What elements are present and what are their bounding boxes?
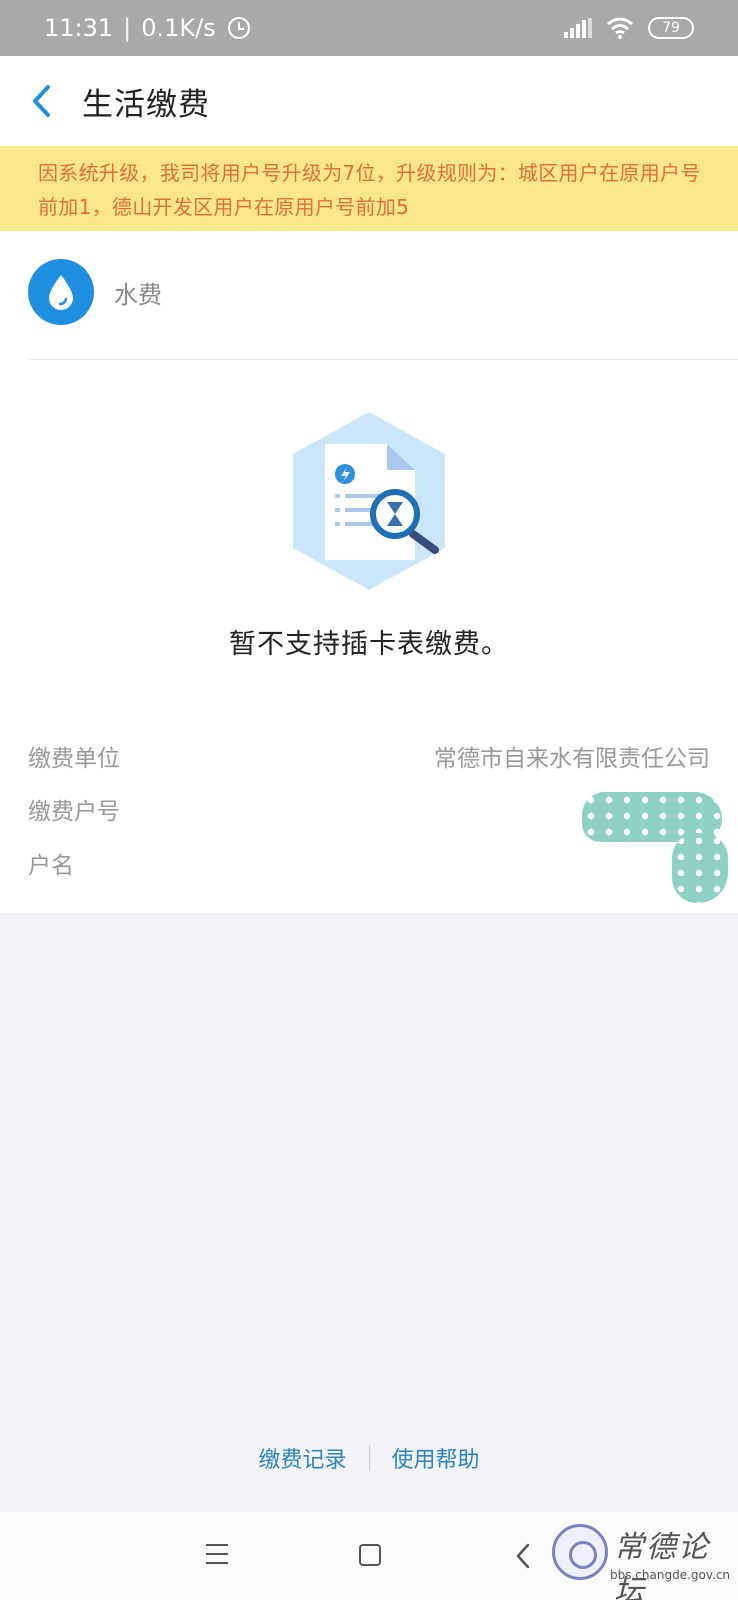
help-link[interactable]: 使用帮助 [370, 1442, 502, 1474]
info-row-unit: 缴费单位 常德市自来水有限责任公司 [28, 736, 710, 776]
name-label: 户名 [28, 853, 74, 879]
status-separator: | [123, 14, 132, 42]
unit-value: 常德市自来水有限责任公司 [434, 746, 710, 772]
chevron-left-icon [33, 85, 50, 117]
back-icon[interactable] [515, 1543, 531, 1569]
watermark-title: 常德论坛 [614, 1530, 710, 1600]
redaction-mark [672, 833, 728, 903]
menu-icon[interactable] [206, 1544, 228, 1564]
home-icon[interactable] [359, 1544, 381, 1566]
status-bar: 11:31 | 0.1K/s 79 [0, 0, 738, 56]
signal-icon [564, 18, 592, 38]
watermark-url: bbs.changde.gov.cn [610, 1568, 731, 1582]
unit-label: 缴费单位 [28, 746, 120, 772]
document-search-icon [293, 412, 445, 590]
account-label: 缴费户号 [28, 799, 120, 825]
back-button[interactable] [2, 56, 82, 146]
divider [28, 359, 738, 360]
network-speed: 0.1K/s [141, 14, 216, 42]
empty-state-message: 暂不支持插卡表缴费。 [229, 629, 509, 660]
app-header: 生活缴费 [0, 56, 738, 146]
battery-icon: 79 [648, 17, 694, 39]
footer-links: 缴费记录 使用帮助 [0, 1442, 738, 1474]
forum-logo-icon [552, 1524, 608, 1580]
service-header: 水费 [28, 259, 162, 325]
alarm-icon [227, 17, 250, 39]
bill-card: 水费 暂不支持插卡表缴费。 缴费单位 常德市自来水有限责任公司 缴费户号 户名 [0, 231, 738, 913]
notice-banner: 因系统升级，我司将用户号升级为7位，升级规则为：城区用户在原用户号前加1，德山开… [0, 146, 738, 231]
forum-watermark: 常德论坛 bbs.changde.gov.cn [548, 1516, 734, 1600]
payment-records-link[interactable]: 缴费记录 [236, 1442, 368, 1474]
wifi-icon [607, 17, 633, 39]
water-drop-icon [28, 259, 94, 325]
service-name: 水费 [114, 280, 162, 309]
page-title: 生活缴费 [82, 86, 210, 123]
info-row-name: 户名 [28, 843, 710, 883]
status-time: 11:31 [44, 14, 114, 42]
